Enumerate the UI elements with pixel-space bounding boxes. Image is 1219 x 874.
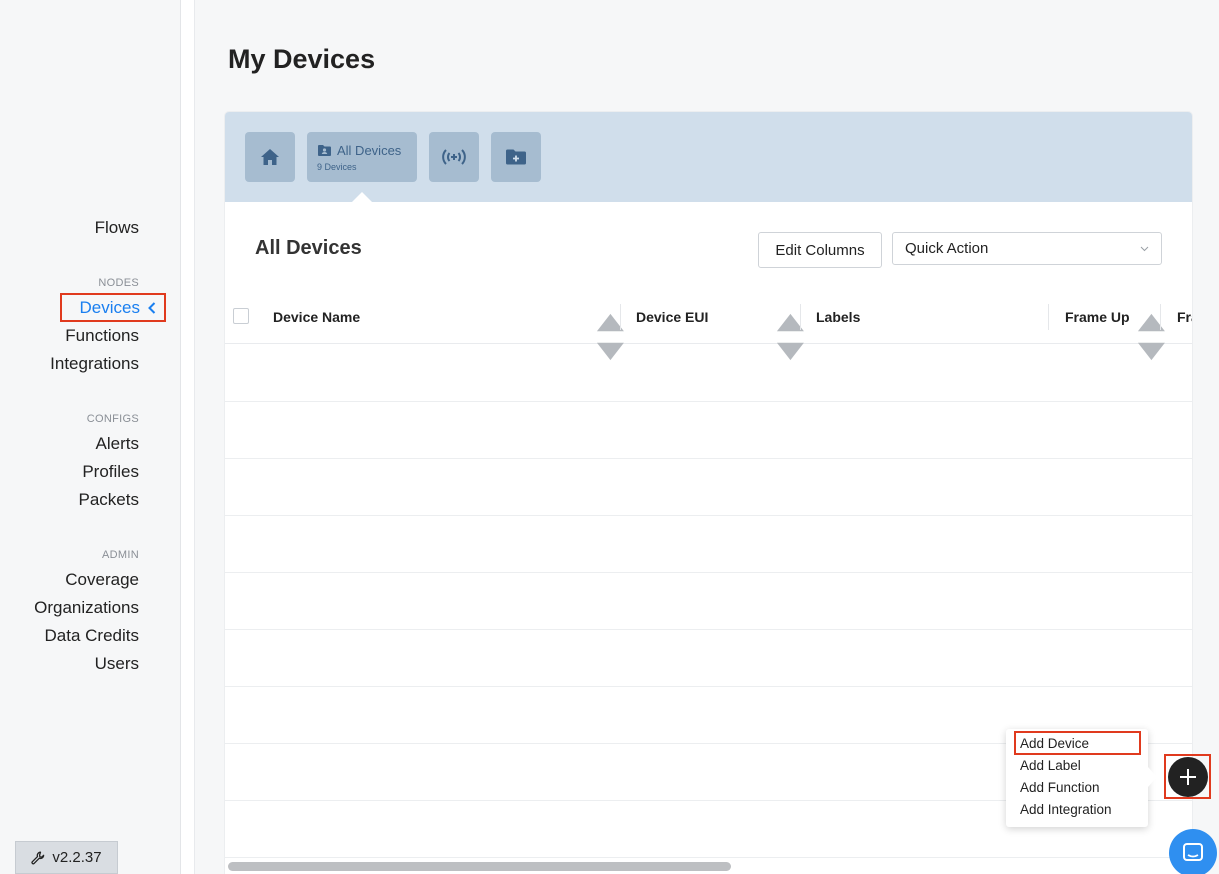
tab-all-devices[interactable]: All Devices 9 Devices — [307, 132, 417, 182]
menu-item-add-device[interactable]: Add Device — [1020, 736, 1089, 751]
sidebar-item-data-credits[interactable]: Data Credits — [45, 626, 139, 646]
sidebar-item-organizations[interactable]: Organizations — [34, 598, 139, 618]
page-title: My Devices — [228, 44, 376, 74]
column-header-label: Device EUI — [636, 309, 709, 325]
home-icon — [261, 149, 279, 165]
sidebar-item-packets[interactable]: Packets — [79, 490, 139, 510]
sidebar-item-devices[interactable]: Devices — [60, 293, 166, 322]
column-divider[interactable] — [1160, 304, 1161, 330]
signal-icon — [442, 149, 466, 165]
wrench-icon — [31, 851, 45, 864]
section-title: All Devices — [255, 237, 362, 259]
folder-plus-icon — [506, 149, 526, 165]
menu-item-add-function[interactable]: Add Function — [1020, 780, 1100, 795]
sidebar-item-users[interactable]: Users — [95, 654, 139, 674]
version-badge[interactable]: v2.2.37 — [15, 841, 118, 874]
select-all-checkbox[interactable] — [233, 308, 249, 324]
column-header-label: Labels — [816, 309, 861, 325]
column-header-frame-up[interactable]: Frame Up — [1065, 290, 1130, 344]
chevron-down-icon — [1140, 246, 1149, 252]
sidebar-item-coverage[interactable]: Coverage — [65, 570, 139, 590]
tab-new-folder[interactable] — [491, 132, 541, 182]
edit-columns-button[interactable]: Edit Columns — [758, 232, 882, 268]
tab-signal[interactable] — [429, 132, 479, 182]
menu-item-add-label[interactable]: Add Label — [1020, 758, 1081, 773]
table-row[interactable] — [225, 630, 1192, 687]
column-divider[interactable] — [1048, 304, 1049, 330]
table-row[interactable] — [225, 516, 1192, 573]
sidebar-section-configs: CONFIGS — [86, 413, 139, 425]
sidebar-item-integrations[interactable]: Integrations — [50, 354, 139, 374]
table-row[interactable] — [225, 345, 1192, 402]
column-header-label: Device Name — [273, 309, 361, 325]
version-label: v2.2.37 — [52, 849, 102, 866]
menu-caret — [1148, 767, 1157, 787]
sidebar-item-devices-label: Devices — [79, 297, 140, 317]
tab-all-devices-count: 9 Devices — [317, 161, 357, 172]
tab-home[interactable] — [245, 132, 295, 182]
sidebar-section-admin: ADMIN — [102, 549, 139, 561]
folder-user-icon — [318, 145, 331, 156]
horizontal-scrollbar[interactable] — [225, 857, 1192, 874]
column-header-device-name[interactable]: Device Name — [273, 290, 360, 344]
chevron-left-icon — [148, 301, 156, 314]
add-fab-button[interactable] — [1168, 757, 1208, 797]
table-row[interactable] — [225, 402, 1192, 459]
menu-item-add-integration[interactable]: Add Integration — [1020, 802, 1112, 817]
sidebar-item-functions[interactable]: Functions — [65, 326, 139, 346]
panel-header: All Devices 9 Devices — [225, 112, 1192, 202]
column-divider[interactable] — [800, 304, 801, 330]
scrollbar-thumb[interactable] — [228, 862, 731, 871]
column-header-frame-down[interactable]: Fra — [1177, 290, 1192, 344]
sidebar-item-alerts[interactable]: Alerts — [96, 434, 139, 454]
add-menu: Add Device Add Label Add Function Add In… — [1006, 729, 1148, 827]
quick-action-select[interactable]: Quick Action — [892, 232, 1162, 265]
sidebar: Flows NODES Devices Functions Integratio… — [0, 0, 195, 874]
column-header-label: Fra — [1177, 309, 1192, 325]
tab-all-devices-label: All Devices — [337, 142, 402, 158]
quick-action-label: Quick Action — [905, 240, 989, 257]
column-divider[interactable] — [620, 304, 621, 330]
sidebar-section-nodes: NODES — [98, 277, 139, 289]
column-header-device-eui[interactable]: Device EUI — [636, 290, 708, 344]
column-header-label: Frame Up — [1065, 309, 1130, 325]
sidebar-item-flows[interactable]: Flows — [95, 218, 139, 238]
chat-button[interactable] — [1169, 829, 1217, 874]
column-header-labels[interactable]: Labels — [816, 290, 860, 344]
table-row[interactable] — [225, 459, 1192, 516]
plus-icon — [1180, 769, 1196, 785]
chat-icon — [1183, 843, 1203, 861]
active-tab-pointer — [352, 192, 372, 202]
sidebar-gutter — [181, 0, 195, 874]
table-header: Device Name Device EUI Labels Frame Up F… — [225, 290, 1192, 361]
table-row[interactable] — [225, 573, 1192, 630]
sidebar-item-profiles[interactable]: Profiles — [82, 462, 139, 482]
